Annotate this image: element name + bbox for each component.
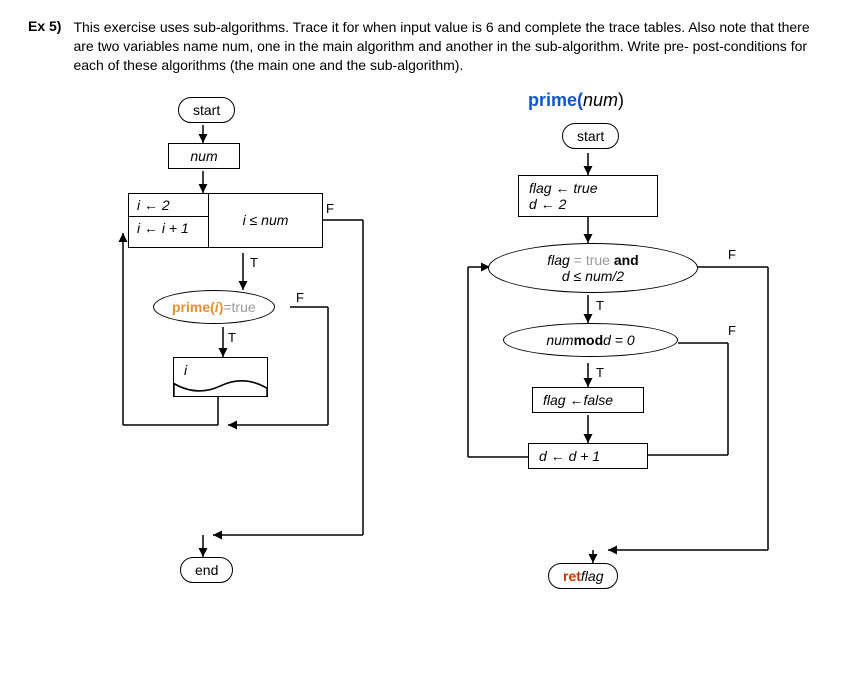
set-false-text: flag ←false — [543, 392, 613, 408]
cond-eq: = — [570, 252, 586, 268]
problem-text: This exercise uses sub-algorithms. Trace… — [73, 18, 827, 75]
loop-init: i ← 2 — [129, 194, 208, 217]
prime-true: true — [232, 299, 256, 315]
sub-title-arg: num — [583, 90, 618, 110]
prime-fn-name: prime( — [172, 299, 215, 315]
sub-ret: ret flag — [548, 563, 618, 589]
mod-left: num — [546, 332, 573, 348]
main-start: start — [178, 97, 235, 123]
sub-mod: num mod d = 0 — [503, 323, 678, 357]
sub-title: prime(num) — [528, 90, 624, 111]
cond-true: true — [586, 252, 610, 268]
sub-init: flag ← true d ← 2 — [518, 175, 658, 217]
main-loop-F: F — [326, 201, 334, 216]
cond-d: d ≤ num/2 — [562, 268, 624, 284]
main-loop-T: T — [250, 255, 258, 270]
sub-start: start — [562, 123, 619, 149]
main-prime-T: T — [228, 330, 236, 345]
sub-init-flag: flag ← true — [529, 180, 597, 196]
loop-step: i ← i + 1 — [129, 217, 208, 239]
ret-var: flag — [581, 568, 604, 584]
mod-right: d = 0 — [603, 332, 635, 348]
arrows-main — [28, 95, 828, 615]
sub-cond-F: F — [728, 247, 736, 262]
sub-cond: flag = true and d ≤ num/2 — [488, 243, 698, 293]
flowchart-canvas: start num i ← 2 i ← i + 1 i ≤ num prime(… — [28, 95, 828, 615]
cond-and: and — [610, 252, 639, 268]
ret-kw: ret — [563, 568, 581, 584]
main-output-i: i — [173, 357, 268, 397]
main-input-num: num — [168, 143, 240, 169]
prime-eq: = — [223, 299, 231, 315]
cond-flag: flag — [547, 252, 570, 268]
num-var: num — [190, 148, 217, 164]
sub-inc-d: d ← d + 1 — [528, 443, 648, 469]
inc-d-text: d ← d + 1 — [539, 448, 600, 464]
sub-title-close: ) — [618, 90, 624, 110]
sub-init-d: d ← 2 — [529, 196, 566, 212]
main-end: end — [180, 557, 233, 583]
main-prime-decision: prime(i) = true — [153, 290, 275, 324]
loop-cond: i ≤ num — [243, 212, 289, 228]
main-loop-box: i ← 2 i ← i + 1 i ≤ num — [128, 193, 323, 248]
sub-set-false: flag ←false — [532, 387, 644, 413]
sub-title-fn: prime( — [528, 90, 583, 110]
sub-mod-F: F — [728, 323, 736, 338]
exercise-label: Ex 5) — [28, 18, 61, 75]
sub-mod-T: T — [596, 365, 604, 380]
mod-op: mod — [574, 332, 604, 348]
sub-cond-T: T — [596, 298, 604, 313]
main-prime-F: F — [296, 290, 304, 305]
output-i-var: i — [184, 362, 187, 378]
